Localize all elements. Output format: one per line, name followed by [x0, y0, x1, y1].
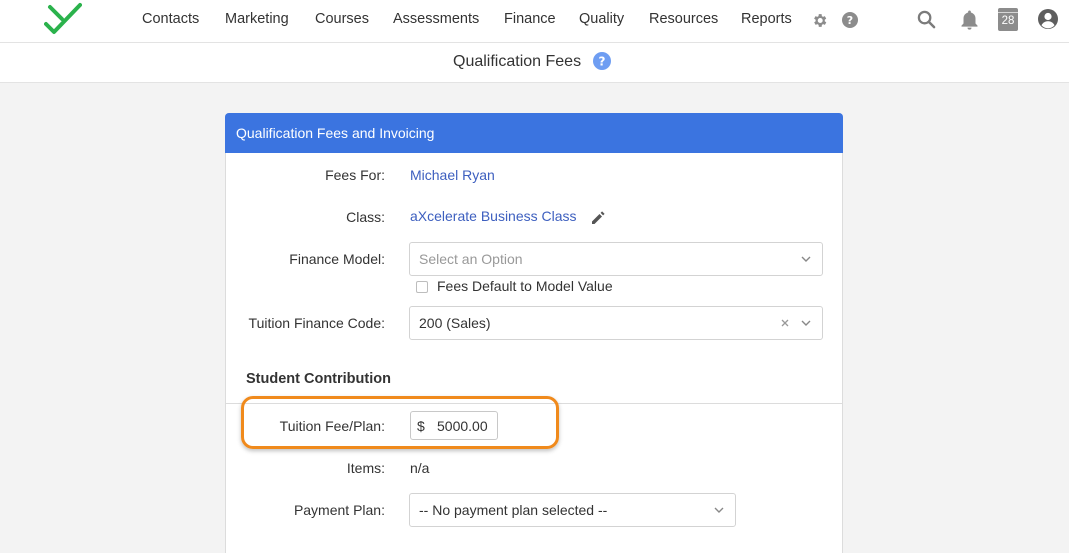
nav-finance[interactable]: Finance: [504, 11, 556, 27]
fees-for-link[interactable]: Michael Ryan: [410, 167, 495, 183]
chevron-down-icon: [801, 320, 811, 326]
help-icon[interactable]: ?: [842, 12, 858, 28]
nav-assessments[interactable]: Assessments: [393, 11, 479, 27]
card-header: Qualification Fees and Invoicing: [225, 113, 843, 153]
payment-plan-label: Payment Plan:: [293, 502, 385, 518]
tuition-fee-highlight: [241, 396, 559, 449]
section-title-student-contribution: Student Contribution: [246, 371, 391, 387]
tuition-code-value: 200 (Sales): [419, 315, 491, 331]
nav-quality[interactable]: Quality: [579, 11, 624, 27]
help-icon[interactable]: ?: [593, 52, 611, 70]
calendar-day: 28: [1001, 15, 1015, 27]
top-navbar: Contacts Marketing Courses Assessments F…: [0, 0, 1069, 43]
payment-plan-value: -- No payment plan selected --: [419, 502, 608, 518]
edit-pencil-icon[interactable]: [590, 210, 606, 226]
page-header: Qualification Fees ?: [0, 43, 1069, 83]
fees-default-checkbox[interactable]: [416, 281, 428, 293]
nav-resources[interactable]: Resources: [649, 11, 718, 27]
calendar-icon[interactable]: 28: [998, 8, 1018, 31]
search-icon[interactable]: [917, 10, 936, 29]
finance-model-label: Finance Model:: [289, 251, 385, 267]
nav-contacts[interactable]: Contacts: [142, 11, 199, 27]
gear-icon[interactable]: [811, 12, 828, 29]
items-label: Items:: [346, 460, 385, 476]
finance-model-select[interactable]: Select an Option: [409, 242, 823, 276]
chevron-down-icon: [714, 507, 724, 513]
nav-courses[interactable]: Courses: [315, 11, 369, 27]
page-title: Qualification Fees: [453, 53, 582, 70]
tuition-code-label: Tuition Finance Code:: [248, 315, 385, 331]
payment-plan-select[interactable]: -- No payment plan selected --: [409, 493, 736, 527]
finance-model-placeholder: Select an Option: [419, 251, 523, 267]
items-value: n/a: [410, 460, 430, 476]
class-link[interactable]: aXcelerate Business Class: [410, 208, 577, 224]
logo-check-icon[interactable]: [44, 2, 82, 36]
user-avatar-icon[interactable]: [1037, 8, 1059, 30]
svg-text:?: ?: [599, 54, 606, 68]
fees-default-label: Fees Default to Model Value: [437, 278, 613, 294]
nav-marketing[interactable]: Marketing: [225, 11, 289, 27]
qualification-fees-card: Qualification Fees and Invoicing Fees Fo…: [225, 113, 843, 553]
class-label: Class:: [346, 209, 385, 225]
svg-text:?: ?: [847, 14, 853, 27]
bell-icon[interactable]: [959, 9, 980, 31]
clear-icon[interactable]: [780, 318, 790, 328]
tuition-code-select[interactable]: 200 (Sales): [409, 306, 823, 340]
chevron-down-icon: [801, 256, 811, 262]
fees-for-label: Fees For:: [325, 167, 385, 183]
nav-reports[interactable]: Reports: [741, 11, 792, 27]
